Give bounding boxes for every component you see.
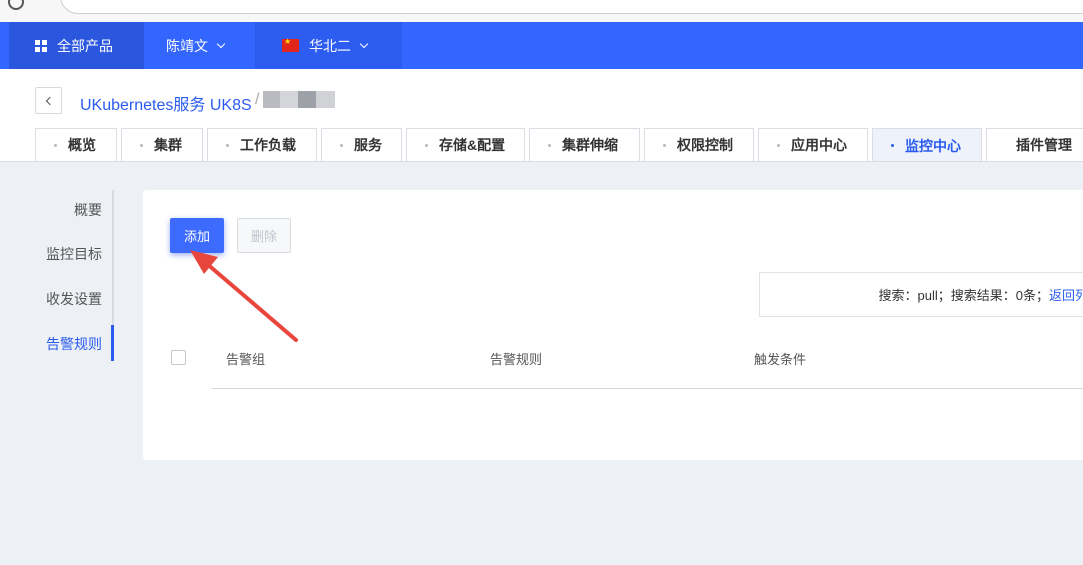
browser-strip bbox=[0, 0, 1083, 22]
side-item-alert-rules[interactable]: 告警规则 bbox=[46, 334, 102, 354]
column-header-alert-rule: 告警规则 bbox=[490, 352, 543, 367]
redacted-block bbox=[263, 91, 280, 108]
tabs-divider bbox=[0, 161, 1083, 162]
column-header-trigger-condition: 触发条件 bbox=[754, 352, 807, 367]
tab-access-control[interactable]: 权限控制 bbox=[644, 128, 754, 161]
redacted-block bbox=[298, 91, 316, 108]
delete-button: 删除 bbox=[237, 218, 291, 253]
tab-plugin-management[interactable]: 插件管理 bbox=[986, 128, 1083, 161]
site-info-icon[interactable] bbox=[8, 0, 24, 10]
tab-workload[interactable]: 工作负载 bbox=[207, 128, 317, 161]
table-header-divider bbox=[212, 388, 1083, 389]
tab-storage-config[interactable]: 存储&配置 bbox=[406, 128, 525, 161]
tab-service[interactable]: 服务 bbox=[321, 128, 402, 161]
search-result-bar: 搜索：pull；搜索结果：0条；返回列 bbox=[759, 272, 1083, 317]
redacted-block bbox=[316, 91, 335, 108]
side-item-monitor-targets[interactable]: 监控目标 bbox=[46, 244, 102, 264]
region-dropdown[interactable]: 华北二 bbox=[256, 22, 402, 69]
all-products-button[interactable]: 全部产品 bbox=[9, 22, 144, 69]
tab-cluster[interactable]: 集群 bbox=[121, 128, 203, 161]
breadcrumb-separator: / bbox=[255, 91, 260, 108]
back-button[interactable] bbox=[35, 87, 62, 114]
tab-bar: 概览 集群 工作负载 服务 存储&配置 集群伸缩 权限控制 应用中心 监控中心 … bbox=[35, 128, 1083, 162]
tab-overview[interactable]: 概览 bbox=[35, 128, 117, 161]
address-bar[interactable] bbox=[60, 0, 1083, 14]
all-products-label: 全部产品 bbox=[57, 37, 113, 54]
alert-rules-panel: 添加 删除 搜索：pull；搜索结果：0条；返回列 告警组 告警规则 触发条件 bbox=[143, 190, 1083, 460]
user-dropdown[interactable]: 陈靖文 bbox=[144, 22, 256, 69]
side-item-notification-settings[interactable]: 收发设置 bbox=[46, 289, 102, 309]
user-name: 陈靖文 bbox=[166, 37, 208, 54]
add-button[interactable]: 添加 bbox=[170, 218, 224, 253]
china-flag-icon bbox=[282, 37, 299, 52]
return-list-link[interactable]: 返回列 bbox=[1049, 285, 1083, 304]
select-all-checkbox[interactable] bbox=[171, 350, 186, 365]
region-name: 华北二 bbox=[309, 37, 351, 54]
chevron-left-icon bbox=[45, 96, 55, 105]
tab-monitoring-center[interactable]: 监控中心 bbox=[872, 128, 982, 162]
redacted-block bbox=[280, 91, 298, 108]
page-header: UKubernetes服务 UK8S / 概览 集群 工作负载 服务 存储&配置… bbox=[0, 69, 1083, 162]
search-summary: 搜索：pull；搜索结果：0条； bbox=[878, 288, 1049, 303]
chevron-down-icon bbox=[216, 39, 226, 48]
column-header-alert-group: 告警组 bbox=[226, 352, 266, 367]
chevron-down-icon bbox=[359, 39, 369, 48]
grid-icon bbox=[35, 39, 47, 52]
top-nav: 全部产品 陈靖文 华北二 bbox=[0, 22, 1083, 69]
side-item-overview[interactable]: 概要 bbox=[74, 200, 102, 220]
side-menu-active-indicator bbox=[111, 325, 114, 361]
page-title: UKubernetes服务 UK8S bbox=[80, 97, 252, 114]
tab-app-center[interactable]: 应用中心 bbox=[758, 128, 868, 161]
tab-cluster-scaling[interactable]: 集群伸缩 bbox=[529, 128, 640, 161]
